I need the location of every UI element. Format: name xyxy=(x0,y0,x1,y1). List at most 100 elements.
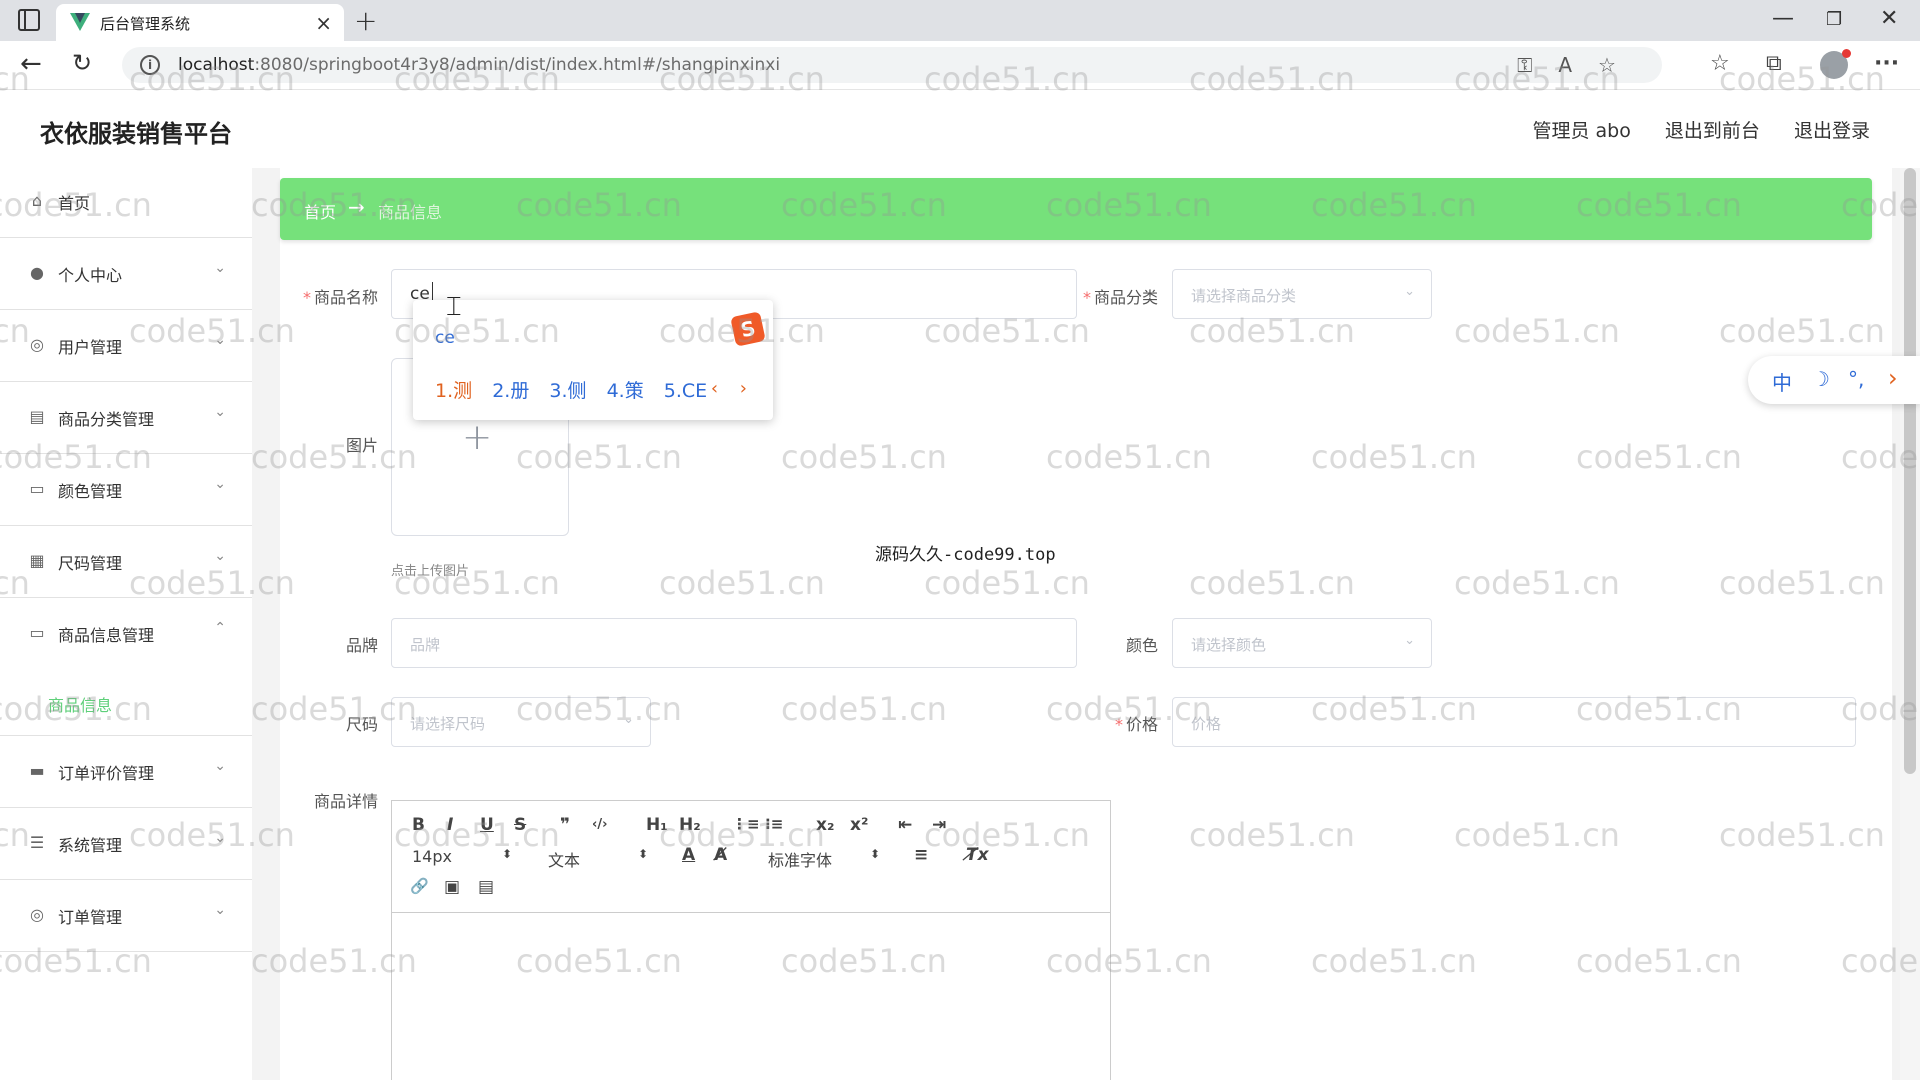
sidebar-item-color-management[interactable]: ▭ 颜色管理 ⌄ xyxy=(0,456,252,526)
logout-link[interactable]: 退出登录 xyxy=(1794,120,1870,142)
bold-icon[interactable]: B xyxy=(412,815,425,835)
sidebar-item-system-management[interactable]: ☰ 系统管理 ⌄ xyxy=(0,810,252,880)
blockquote-icon[interactable]: ❞ xyxy=(560,815,570,835)
font-family-select[interactable]: 标准字体 xyxy=(768,847,832,871)
ime-candidate[interactable]: 4.策 xyxy=(607,380,644,402)
color-placeholder: 请选择颜色 xyxy=(1191,636,1267,654)
site-info-icon[interactable]: i xyxy=(140,55,160,75)
underline-icon[interactable]: U xyxy=(480,815,494,835)
category-placeholder: 请选择商品分类 xyxy=(1191,287,1297,305)
ime-composition: ce xyxy=(435,328,455,348)
sidebar-item-label: 首页 xyxy=(58,194,91,213)
home-icon: ⌂ xyxy=(31,191,43,210)
price-input[interactable]: 价格 xyxy=(1172,697,1856,747)
superscript-icon[interactable]: x² xyxy=(850,815,868,835)
color-label: 颜色 xyxy=(1125,636,1158,655)
chevron-up-icon: ⌃ xyxy=(214,620,226,636)
reload-icon[interactable]: ↻ xyxy=(72,49,92,77)
sidebar-item-category-management[interactable]: ▤ 商品分类管理 ⌄ xyxy=(0,384,252,454)
color-select[interactable]: 请选择颜色 ⌄ xyxy=(1172,618,1432,668)
favorites-icon[interactable]: ☆ xyxy=(1710,51,1730,76)
punctuation-icon[interactable]: °, xyxy=(1848,367,1864,391)
sidebar-subitem-label: 商品信息 xyxy=(48,696,113,715)
ime-chinese-mode[interactable]: 中 xyxy=(1772,367,1792,396)
profile-avatar[interactable] xyxy=(1820,49,1851,79)
size-select[interactable]: 请选择尺码 ⌄ xyxy=(391,697,651,747)
document-icon: ▤ xyxy=(29,407,45,426)
sogou-logo-icon: S xyxy=(730,311,766,347)
sidebar-item-review-management[interactable]: ▬ 订单评价管理 ⌄ xyxy=(0,738,252,808)
sidebar-subitem-product-info[interactable]: 商品信息 xyxy=(0,670,252,736)
target-icon: ◎ xyxy=(30,905,44,924)
tab-close-icon[interactable]: × xyxy=(315,11,332,35)
brand-input[interactable]: 品牌 xyxy=(391,618,1077,668)
heading1-icon[interactable]: H₁ xyxy=(646,815,668,835)
chevron-down-icon: ⌄ xyxy=(214,476,226,492)
breadcrumb-home-link[interactable]: 首页 xyxy=(304,199,336,223)
select-arrows-icon: ⬍ xyxy=(502,847,513,861)
outdent-icon[interactable]: ⇤ xyxy=(898,815,912,835)
ime-page-arrows-icon[interactable]: ‹ › xyxy=(711,378,755,399)
price-label: * 价格 xyxy=(1114,715,1158,734)
sidebar-item-product-info-management[interactable]: ▭ 商品信息管理 ⌃ xyxy=(0,600,252,670)
ime-candidate[interactable]: 1.测 xyxy=(435,380,472,402)
scrollbar-thumb[interactable] xyxy=(1904,168,1916,774)
browser-tab-active[interactable]: 后台管理系统 × xyxy=(56,4,344,41)
italic-icon[interactable]: I xyxy=(447,815,453,835)
paragraph-select[interactable]: 文本 xyxy=(548,847,580,871)
size-placeholder: 请选择尺码 xyxy=(410,715,486,733)
sidebar-item-home[interactable]: ⌂ 首页 xyxy=(0,168,252,238)
collections-icon[interactable]: ⧉ xyxy=(1766,51,1782,76)
moon-icon[interactable]: ☽ xyxy=(1812,367,1830,391)
sidebar-item-user-management[interactable]: ◎ 用户管理 ⌄ xyxy=(0,312,252,382)
sidebar-item-personal-center[interactable]: ● 个人中心 ⌄ xyxy=(0,240,252,310)
new-tab-button[interactable]: + xyxy=(354,4,377,37)
page-scrollbar[interactable] xyxy=(1900,168,1920,1080)
ime-candidate[interactable]: 5.CE xyxy=(664,380,707,402)
strikethrough-icon[interactable]: S xyxy=(514,815,526,835)
background-color-icon[interactable]: A̸ xyxy=(714,845,727,865)
sidebar-item-label: 订单管理 xyxy=(58,908,123,927)
category-select[interactable]: 请选择商品分类 ⌄ xyxy=(1172,269,1432,319)
upload-hint: 点击上传图片 xyxy=(391,564,470,579)
plus-icon: + xyxy=(462,417,493,458)
align-icon[interactable]: ≡ xyxy=(914,845,928,865)
address-actions[interactable]: ⚿A☆ xyxy=(1517,53,1642,77)
ime-candidate[interactable]: 2.册 xyxy=(492,380,529,402)
sidebar-item-size-management[interactable]: ▦ 尺码管理 ⌄ xyxy=(0,528,252,598)
sidebar-item-label: 系统管理 xyxy=(58,836,123,855)
chevron-down-icon: ⌄ xyxy=(1404,633,1415,648)
font-size-select[interactable]: 14px xyxy=(412,847,452,866)
heading2-icon[interactable]: H₂ xyxy=(679,815,701,835)
image-icon[interactable]: ▣ xyxy=(444,877,460,897)
back-arrow-icon[interactable]: ← xyxy=(20,49,42,79)
chevron-down-icon: ⌄ xyxy=(1404,284,1415,299)
code-block-icon[interactable]: ‹/› xyxy=(592,817,607,832)
font-color-icon[interactable]: A xyxy=(682,845,695,865)
chevron-right-icon[interactable]: › xyxy=(1888,364,1898,392)
to-front-link[interactable]: 退出到前台 xyxy=(1665,120,1760,142)
more-menu-icon[interactable]: ··· xyxy=(1874,51,1899,76)
address-url[interactable]: localhost:8080/springboot4r3y8/admin/dis… xyxy=(178,55,780,75)
video-icon[interactable]: ▤ xyxy=(478,877,494,897)
ime-candidate[interactable]: 3.侧 xyxy=(549,380,586,402)
minimize-button[interactable]: — xyxy=(1772,6,1794,31)
clear-format-icon[interactable]: T̸x xyxy=(966,845,989,865)
link-icon[interactable]: 🔗 xyxy=(410,877,429,895)
vue-favicon-icon xyxy=(70,13,90,31)
browser-tabstrip: 后台管理系统 × + — ❐ ✕ xyxy=(0,0,1920,41)
compass-icon: ◎ xyxy=(30,335,44,354)
sidebar-item-label: 用户管理 xyxy=(58,338,123,357)
close-window-button[interactable]: ✕ xyxy=(1880,6,1898,31)
sidebar-item-order-management[interactable]: ◎ 订单管理 ⌄ xyxy=(0,882,252,952)
tab-actions-icon[interactable] xyxy=(18,9,40,31)
bullet-list-icon[interactable]: ⁝≡ xyxy=(765,815,783,833)
indent-icon[interactable]: ⇥ xyxy=(932,815,946,835)
subscript-icon[interactable]: x₂ xyxy=(816,815,834,835)
address-bar[interactable]: i localhost:8080/springboot4r3y8/admin/d… xyxy=(122,47,1662,83)
ordered-list-icon[interactable]: ⋮≡ xyxy=(732,815,760,833)
card-icon: ▭ xyxy=(29,623,45,642)
category-label: * 商品分类 xyxy=(1082,288,1158,307)
sidebar-item-label: 订单评价管理 xyxy=(58,764,155,783)
maximize-button[interactable]: ❐ xyxy=(1826,9,1842,30)
